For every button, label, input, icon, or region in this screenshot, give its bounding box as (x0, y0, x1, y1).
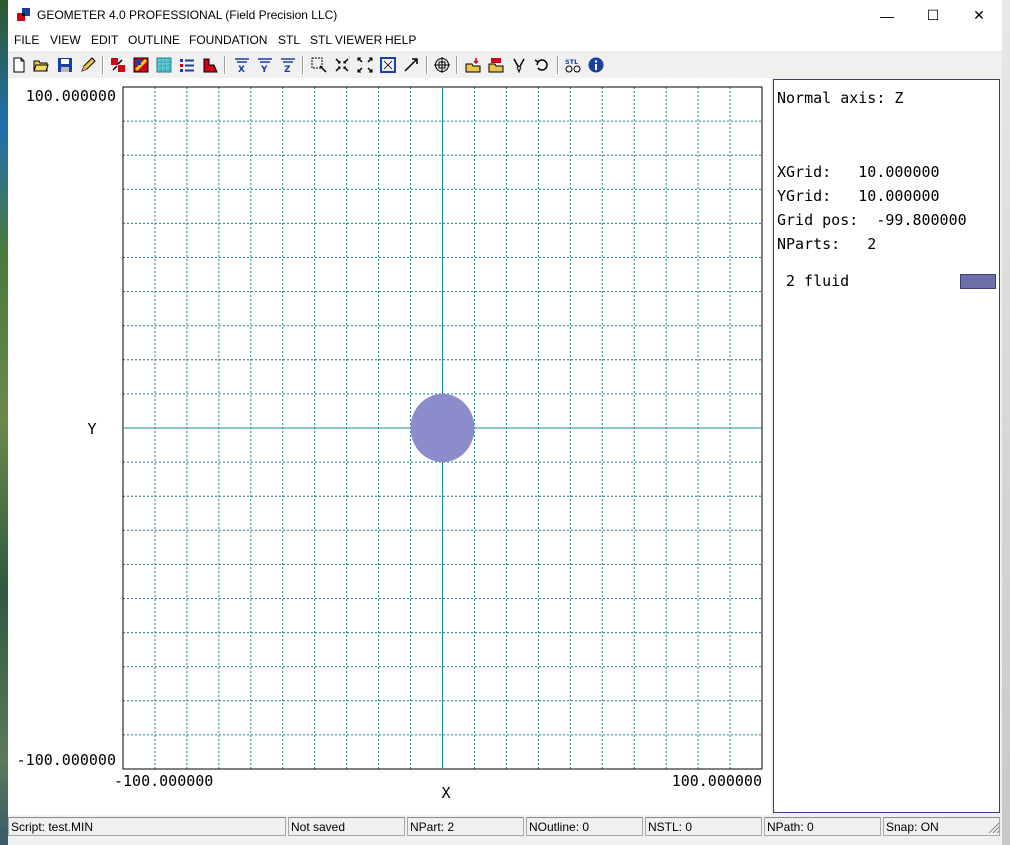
parts-icon[interactable] (110, 57, 126, 73)
nparts-text: NParts: 2 (777, 235, 877, 253)
part-entry-label[interactable]: 2 fluid (786, 272, 849, 290)
minimize-button[interactable]: — (864, 0, 910, 31)
close-icon: ✕ (973, 7, 985, 23)
menu-foundation[interactable]: FOUNDATION (189, 33, 267, 47)
svg-text:Y: Y (260, 65, 268, 73)
menu-stl[interactable]: STL (278, 33, 300, 47)
open-folder-icon[interactable] (33, 57, 49, 73)
y-axis-label: Y (87, 420, 96, 438)
stl-icon-label: STL (565, 58, 578, 66)
zoom-fit-icon[interactable] (380, 57, 396, 73)
close-button[interactable]: ✕ (956, 0, 1002, 31)
y-max-label: 100.000000 (26, 87, 116, 105)
svg-text:Z: Z (284, 65, 291, 73)
info-icon[interactable] (588, 57, 604, 73)
menu-edit[interactable]: EDIT (91, 33, 118, 47)
x-min-label: -100.000000 (114, 772, 213, 790)
filter-z-icon[interactable]: Z (280, 57, 296, 73)
toolbar-separator (456, 56, 458, 74)
maximize-icon: ☐ (926, 7, 940, 23)
part-fluid-circle[interactable] (410, 393, 475, 463)
import-icon[interactable] (465, 57, 481, 73)
status-npath: NPath: 0 (764, 817, 881, 836)
part-color-swatch[interactable] (960, 274, 996, 289)
crosshair-icon[interactable] (434, 57, 450, 73)
title-bar: GEOMETER 4.0 PROFESSIONAL (Field Precisi… (8, 0, 1002, 31)
info-panel: Normal axis: Z XGrid: 10.000000 YGrid: 1… (773, 79, 1000, 813)
toolbar-separator (102, 56, 104, 74)
menu-outline[interactable]: OUTLINE (128, 33, 180, 47)
stl-icon[interactable]: STL (565, 57, 581, 73)
status-saved: Not saved (288, 817, 405, 836)
menu-bar: FILE VIEW EDIT OUTLINE FOUNDATION STL ST… (8, 31, 1002, 51)
ygrid-text: YGrid: 10.000000 (777, 187, 940, 205)
pan-icon[interactable] (403, 57, 419, 73)
pencil-icon[interactable] (80, 57, 96, 73)
tools-icon[interactable] (511, 57, 527, 73)
window-title: GEOMETER 4.0 PROFESSIONAL (Field Precisi… (37, 8, 338, 22)
status-bar: Script: test.MIN Not saved NPart: 2 NOut… (8, 817, 1002, 845)
status-npart: NPart: 2 (407, 817, 524, 836)
parts (410, 393, 475, 463)
zoom-in-icon[interactable] (334, 57, 350, 73)
x-max-label: 100.000000 (672, 772, 762, 790)
app-window: GEOMETER 4.0 PROFESSIONAL (Field Precisi… (8, 0, 1002, 845)
svg-text:X: X (238, 65, 245, 73)
desktop-background-right (1002, 0, 1010, 845)
toolbar-separator (302, 56, 304, 74)
export-icon[interactable] (488, 57, 504, 73)
toolbar-separator (224, 56, 226, 74)
y-min-label: -100.000000 (17, 751, 116, 769)
xgrid-text: XGrid: 10.000000 (777, 163, 940, 181)
grid-icon[interactable] (156, 57, 172, 73)
plot-area[interactable]: 100.000000 -100.000000 -100.000000 100.0… (8, 78, 771, 815)
geometry-plot[interactable]: 100.000000 -100.000000 -100.000000 100.0… (8, 78, 771, 815)
toolbar-separator (426, 56, 428, 74)
list-icon[interactable] (179, 57, 195, 73)
filter-y-icon[interactable]: Y (257, 57, 273, 73)
menu-stl-viewer[interactable]: STL VIEWER (310, 33, 382, 47)
minimize-icon: — (880, 7, 894, 24)
status-noutline: NOutline: 0 (526, 817, 643, 836)
save-icon[interactable] (57, 57, 73, 73)
menu-file[interactable]: FILE (14, 33, 39, 47)
app-logo-icon (17, 8, 30, 21)
zoom-window-icon[interactable] (311, 57, 327, 73)
status-nstl: NSTL: 0 (645, 817, 762, 836)
menu-view[interactable]: VIEW (50, 33, 81, 47)
resize-grip-icon[interactable] (986, 820, 1000, 834)
maximize-button[interactable]: ☐ (910, 0, 956, 31)
status-script: Script: test.MIN (8, 817, 286, 836)
normal-axis-text: Normal axis: Z (777, 89, 904, 107)
zoom-out-icon[interactable] (357, 57, 373, 73)
new-file-icon[interactable] (11, 57, 27, 73)
x-axis-label: X (441, 784, 450, 802)
toolbar-separator (557, 56, 559, 74)
status-snap: Snap: ON (883, 817, 1000, 836)
toolbar: X Y Z STL (8, 52, 1002, 77)
desktop-background-left (0, 0, 8, 845)
shape-icon[interactable] (202, 57, 218, 73)
grid-pos-text: Grid pos: -99.800000 (777, 211, 967, 229)
edit-region-icon[interactable] (133, 57, 149, 73)
menu-help[interactable]: HELP (385, 33, 416, 47)
filter-x-icon[interactable]: X (234, 57, 250, 73)
undo-icon[interactable] (534, 57, 550, 73)
